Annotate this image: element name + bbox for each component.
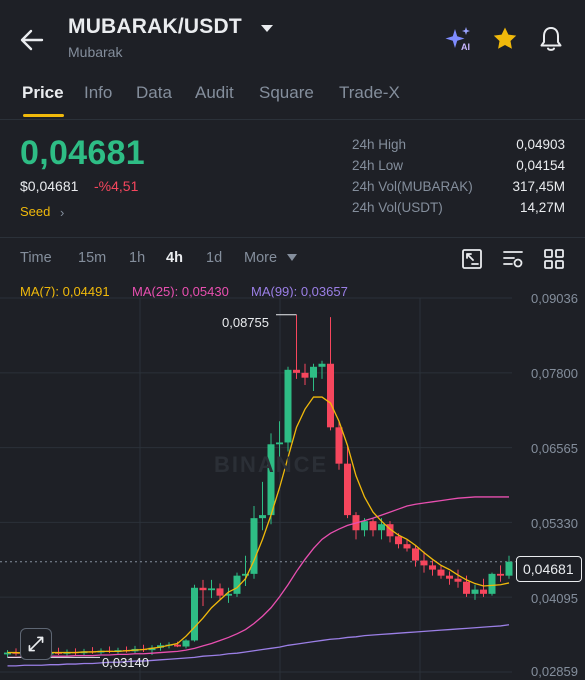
- star-icon[interactable]: [492, 26, 518, 52]
- current-price-value: 0,04681: [523, 561, 574, 577]
- tab-info[interactable]: Info: [84, 83, 112, 103]
- candle-body: [437, 569, 445, 576]
- stat-value-24h-low: 0,04154: [516, 158, 565, 173]
- candle-body: [412, 548, 419, 561]
- candle-body: [497, 573, 504, 576]
- high-marker-label: 0,08755: [222, 315, 269, 330]
- pair-title[interactable]: MUBARAK/USDT: [68, 15, 242, 39]
- last-price: 0,04681: [20, 134, 146, 172]
- svg-text:AI: AI: [461, 42, 470, 52]
- candle-body: [369, 521, 377, 531]
- price-axis-label: 0,05330: [531, 516, 578, 531]
- section-tabs: Price Info Data Audit Square Trade-X: [0, 82, 585, 118]
- stat-label-24h-low: 24h Low: [352, 158, 404, 173]
- price-axis-label: 0,07800: [531, 366, 578, 381]
- stat-value-24h-high: 0,04903: [516, 137, 565, 152]
- candle-body: [480, 589, 487, 594]
- top-bar: MUBARAK/USDT Mubarak AI: [0, 0, 585, 70]
- candle-body: [208, 588, 215, 591]
- candle-body: [174, 644, 181, 647]
- price-axis-label: 0,02859: [531, 664, 578, 679]
- tab-square[interactable]: Square: [259, 83, 314, 103]
- candle-body: [488, 573, 496, 594]
- tab-trade-x[interactable]: Trade-X: [339, 83, 400, 103]
- candle-body: [403, 544, 411, 549]
- candlestick-chart[interactable]: [0, 290, 585, 680]
- candle-body: [471, 589, 479, 594]
- timeframe-time[interactable]: Time: [20, 250, 52, 266]
- chevron-right-icon[interactable]: ›: [60, 205, 64, 220]
- divider: [0, 119, 585, 120]
- stat-label-24h-high: 24h High: [352, 137, 407, 152]
- stat-value-24h-vol-quote: 14,27M: [519, 200, 565, 215]
- stat-value-24h-vol-base: 317,45M: [512, 179, 565, 194]
- chart-depth-icon[interactable]: [461, 248, 483, 270]
- usd-price: $0,04681: [20, 178, 79, 194]
- candle-body: [378, 524, 385, 531]
- divider: [0, 237, 585, 238]
- indicator-settings-icon[interactable]: [502, 248, 524, 270]
- candle-body: [335, 427, 343, 464]
- candle-body: [318, 363, 326, 367]
- timeframe-more[interactable]: More: [244, 250, 277, 266]
- bell-icon[interactable]: [538, 25, 564, 53]
- timeframe-1d[interactable]: 1d: [206, 250, 222, 266]
- tab-audit[interactable]: Audit: [195, 83, 234, 103]
- arrow-left-icon[interactable]: [18, 26, 46, 54]
- timeframe-1h[interactable]: 1h: [129, 250, 145, 266]
- caret-down-icon[interactable]: [287, 254, 297, 262]
- low-marker-label: 0,03140: [102, 655, 149, 670]
- candle-body: [327, 363, 334, 428]
- ma99-line: [7, 624, 510, 667]
- ai-sparkle-icon[interactable]: AI: [445, 26, 473, 52]
- tab-price[interactable]: Price: [22, 83, 64, 103]
- candle-body: [429, 565, 436, 570]
- candle-body: [454, 578, 462, 582]
- candle-body: [191, 587, 198, 641]
- price-axis-label: 0,09036: [531, 291, 578, 306]
- candle-body: [284, 369, 292, 443]
- stat-label-24h-vol-base: 24h Vol(MUBARAK): [352, 179, 473, 194]
- candle-body: [276, 442, 283, 445]
- candle-body: [420, 560, 428, 566]
- pair-subtitle: Mubarak: [68, 44, 123, 60]
- candle-body: [463, 581, 470, 594]
- stat-label-24h-vol-quote: 24h Vol(USDT): [352, 200, 443, 215]
- active-tab-indicator: [23, 114, 64, 117]
- timeframe-15m[interactable]: 15m: [78, 250, 106, 266]
- candle-body: [395, 536, 402, 545]
- ma7-line: [7, 396, 510, 654]
- candle-body: [182, 640, 190, 647]
- candle-body: [216, 588, 224, 596]
- candle-body: [199, 587, 207, 591]
- seed-tag[interactable]: Seed: [20, 204, 50, 219]
- candle-body: [505, 561, 513, 576]
- price-axis-label: 0,04095: [531, 591, 578, 606]
- watermark: BINANCE: [214, 452, 329, 477]
- price-change: -%4,51: [94, 178, 139, 194]
- expand-chart-button[interactable]: [20, 628, 52, 660]
- ma25-line: [7, 496, 509, 659]
- expand-icon: [28, 636, 44, 652]
- candle-body: [344, 463, 351, 516]
- candle-body: [259, 515, 266, 519]
- grid-layout-icon[interactable]: [543, 248, 565, 270]
- candle-body: [293, 369, 300, 373]
- candle-body: [301, 372, 309, 378]
- caret-down-icon[interactable]: [260, 24, 274, 34]
- candle-body: [310, 366, 317, 378]
- candle-body: [446, 575, 453, 579]
- timeframe-4h[interactable]: 4h: [166, 250, 183, 266]
- candle-body: [361, 521, 368, 531]
- tab-data[interactable]: Data: [136, 83, 172, 103]
- price-axis-label: 0,06565: [531, 441, 578, 456]
